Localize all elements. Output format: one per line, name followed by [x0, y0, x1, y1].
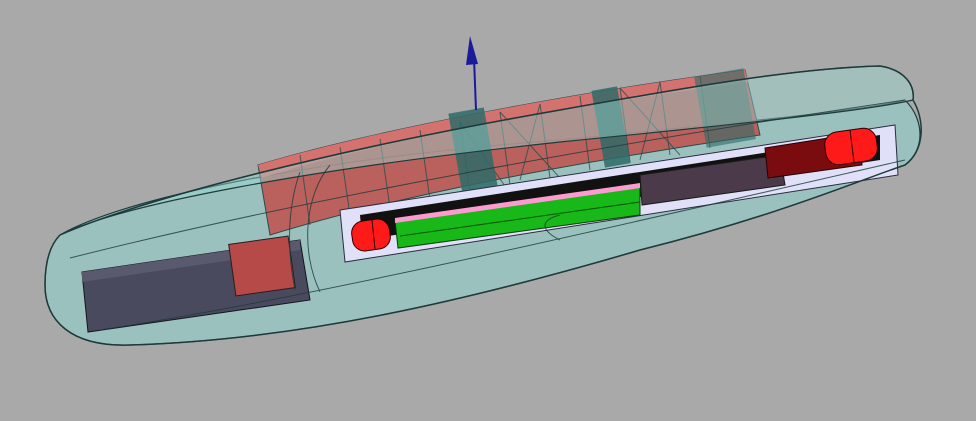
3d-viewport[interactable]	[0, 0, 976, 421]
up-arrow-icon[interactable]	[466, 36, 478, 111]
red-connector-left	[228, 235, 296, 297]
device-model-render[interactable]	[0, 0, 976, 421]
